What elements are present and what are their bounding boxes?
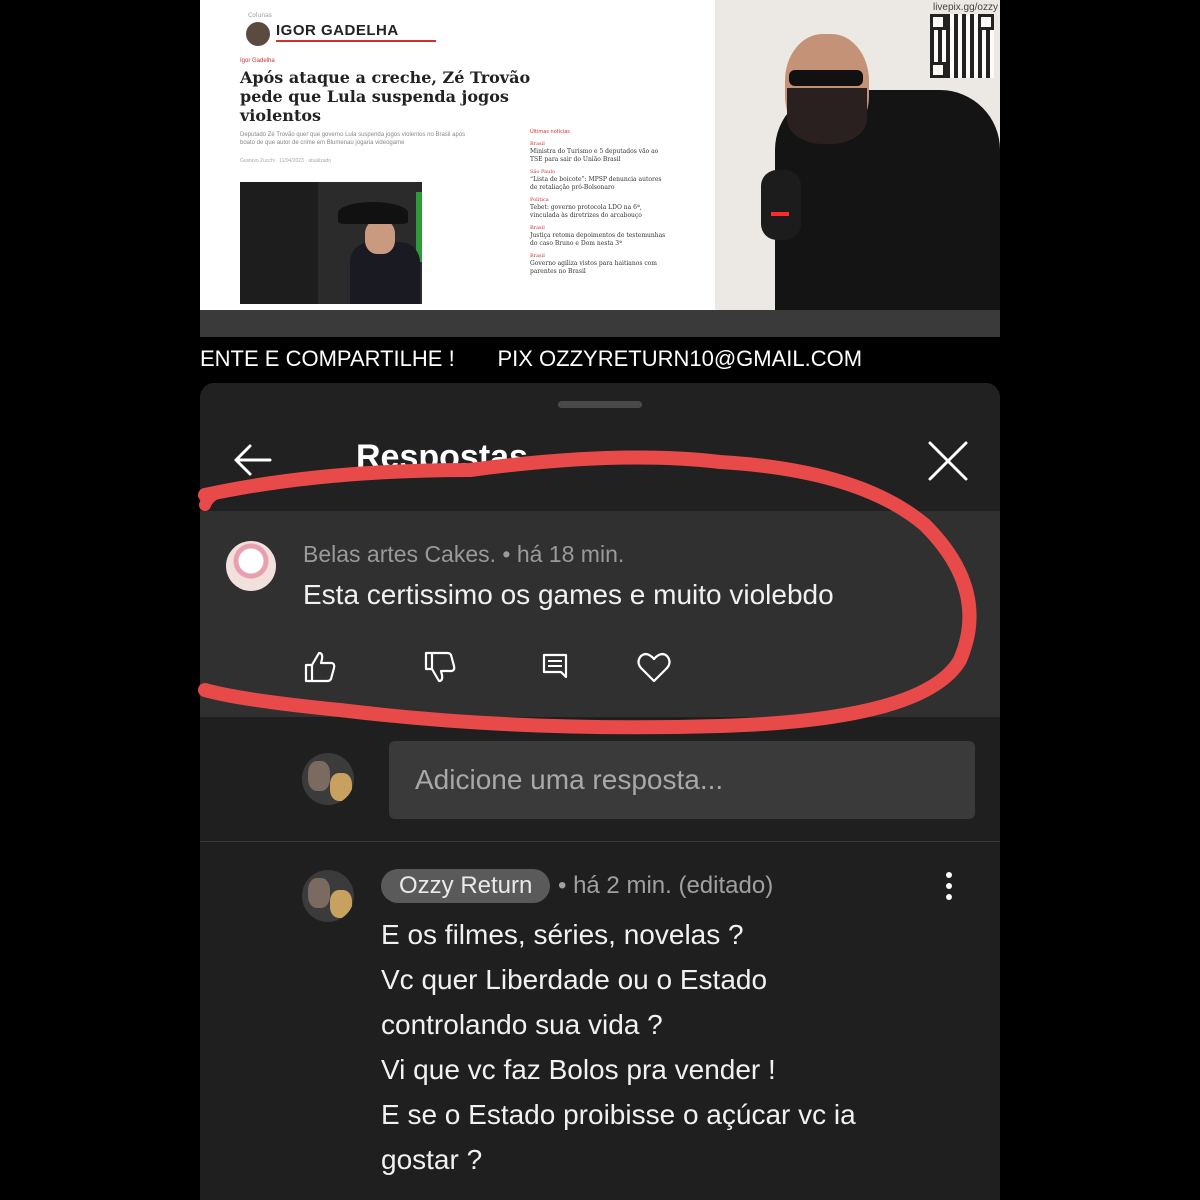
article-headline: Após ataque a creche, Zé Trovão pede que… [240, 68, 531, 125]
reply-meta: • há 2 min. (editado) [558, 872, 774, 899]
heart-icon [637, 652, 671, 683]
replies-panel: Respostas Belas artes Cakes. • há 18 min… [200, 383, 1000, 1200]
sidebar-header: Últimas notícias [530, 129, 570, 135]
parent-comment: Belas artes Cakes. • há 18 min. Esta cer… [200, 511, 1000, 717]
article-sidebar: Últimas notícias Brasil Ministra do Turi… [530, 128, 670, 276]
reply-button[interactable] [536, 647, 576, 687]
desk-strip [200, 310, 1000, 337]
reply-line: E os filmes, séries, novelas ? [381, 919, 744, 950]
drag-handle[interactable] [558, 401, 642, 408]
sidebar-item: Justiça retoma depoimentos de testemunha… [530, 232, 666, 247]
livepix-link: livepix.gg/ozzy [932, 2, 998, 13]
avatar[interactable] [302, 870, 354, 922]
arrow-left-icon [234, 444, 272, 476]
video-player[interactable]: Colunas IGOR GADELHA Igor Gadelha Após a… [200, 0, 1000, 337]
reply-line: controlando sua vida ? [381, 1009, 663, 1040]
sidebar-section: Brasil [530, 141, 545, 147]
add-reply-row [200, 717, 1000, 842]
sidebar-item: Governo agiliza vistos para haitianos co… [530, 260, 657, 275]
comment-meta: Belas artes Cakes. • há 18 min. [303, 541, 625, 567]
column-tag: Colunas [248, 12, 272, 19]
qr-code [930, 14, 994, 78]
reply-line: gostar ? [381, 1144, 483, 1175]
reply-line: E se o Estado proibisse o açúcar vc ia [381, 1099, 856, 1130]
sidebar-section: São Paulo [530, 169, 555, 175]
comment-icon [542, 653, 568, 679]
close-icon [928, 441, 968, 481]
reply-line: Vi que vc faz Bolos pra vender ! [381, 1054, 776, 1085]
reply-comment: Ozzy Return • há 2 min. (editado) E os f… [200, 842, 1000, 1200]
article-meta: Gustavo Zucchi · 11/04/2023 · atualizado [240, 158, 332, 164]
reply-input[interactable] [389, 741, 975, 819]
heart-button[interactable] [634, 647, 674, 687]
ticker-text: ENTE E COMPARTILHE ! PIX OZZYRETURN10@GM… [200, 346, 863, 371]
ticker-banner: ENTE E COMPARTILHE ! PIX OZZYRETURN10@GM… [200, 337, 1000, 383]
dislike-button[interactable] [420, 647, 460, 687]
avatar[interactable] [302, 753, 354, 805]
reply-line: Vc quer Liberdade ou o Estado [381, 964, 768, 995]
author-chip[interactable]: Ozzy Return [381, 869, 551, 903]
sidebar-item: “Lista de boicote”: MPSP denuncia autore… [530, 176, 662, 191]
sidebar-item: Ministra do Turismo e 5 deputados vão ao… [530, 148, 659, 163]
sidebar-section: Política [530, 197, 549, 203]
more-options-button[interactable] [936, 866, 962, 906]
sunglasses-shape [789, 70, 863, 86]
thumbs-down-icon [424, 651, 456, 683]
avatar[interactable] [226, 541, 276, 591]
comment-text: Esta certissimo os games e muito violebd… [303, 579, 834, 610]
sidebar-section: Brasil [530, 253, 545, 259]
sidebar-section: Brasil [530, 225, 545, 231]
article-photo [240, 182, 422, 304]
like-button[interactable] [300, 647, 340, 687]
article-author: IGOR GADELHA [276, 22, 399, 39]
cowboy-hat-shape [338, 202, 408, 224]
back-button[interactable] [228, 435, 278, 485]
panel-title: Respostas [356, 438, 528, 476]
author-avatar [246, 22, 270, 46]
microphone-icon [761, 170, 801, 240]
close-button[interactable] [922, 435, 974, 487]
thumbs-up-icon [304, 651, 336, 683]
article-lede: Deputado Zé Trovão quer que governo Lula… [240, 132, 466, 146]
sidebar-item: Tebet: governo protocola LDO na 6ª, vinc… [530, 204, 642, 219]
reply-text: E os filmes, séries, novelas ? Vc quer L… [381, 912, 941, 1182]
news-article-screenshot: Colunas IGOR GADELHA Igor Gadelha Após a… [200, 0, 715, 310]
more-vertical-icon [946, 872, 952, 900]
author-underline [276, 40, 436, 42]
article-byline: Igor Gadelha [240, 58, 275, 64]
